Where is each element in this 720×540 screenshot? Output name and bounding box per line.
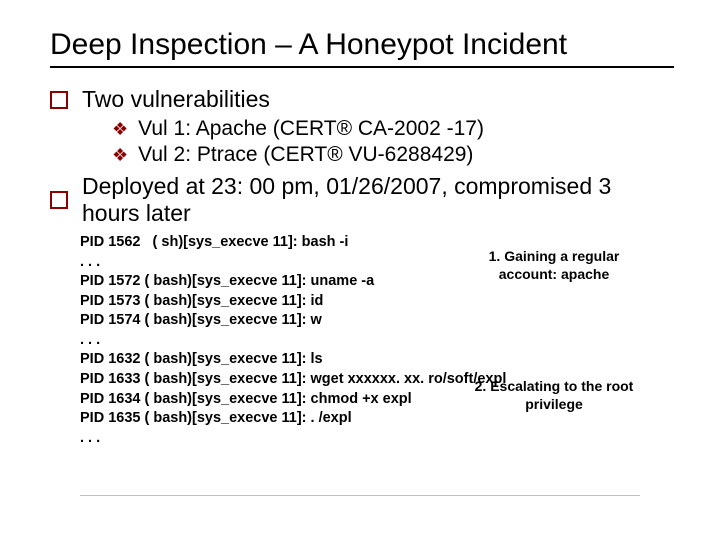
log-line: . . . bbox=[80, 331, 674, 351]
slide: Deep Inspection – A Honeypot Incident Tw… bbox=[0, 0, 720, 540]
log-output: PID 1562 ( sh)[sys_execve 11]: bash -i .… bbox=[80, 233, 674, 448]
bullet-text: Vul 2: Ptrace (CERT® VU-6288429) bbox=[138, 143, 473, 167]
callout-label: 1. Gaining a regular account: apache bbox=[474, 247, 634, 283]
square-bullet-icon bbox=[50, 91, 68, 109]
callout-label: 2. Escalating to the root privilege bbox=[474, 377, 634, 413]
bullet-text: Two vulnerabilities bbox=[82, 86, 270, 113]
diamond-bullet-icon: ❖ bbox=[112, 119, 128, 140]
log-line: PID 1574 ( bash)[sys_execve 11]: w bbox=[80, 311, 674, 331]
square-bullet-icon bbox=[50, 191, 68, 209]
diamond-bullet-icon: ❖ bbox=[112, 145, 128, 166]
slide-title: Deep Inspection – A Honeypot Incident bbox=[50, 28, 674, 68]
log-line: . . . bbox=[80, 429, 674, 449]
bullet-level-1: Deployed at 23: 00 pm, 01/26/2007, compr… bbox=[50, 173, 674, 227]
bullet-text: Vul 1: Apache (CERT® CA-2002 -17) bbox=[138, 117, 484, 141]
log-line: PID 1632 ( bash)[sys_execve 11]: ls bbox=[80, 350, 674, 370]
bullet-text: Deployed at 23: 00 pm, 01/26/2007, compr… bbox=[82, 173, 642, 227]
bullet-level-2: ❖ Vul 1: Apache (CERT® CA-2002 -17) bbox=[112, 117, 674, 141]
bullet-level-1: Two vulnerabilities bbox=[50, 86, 674, 113]
bullet-level-2: ❖ Vul 2: Ptrace (CERT® VU-6288429) bbox=[112, 143, 674, 167]
bullet-list: Two vulnerabilities ❖ Vul 1: Apache (CER… bbox=[50, 86, 674, 227]
log-line: PID 1573 ( bash)[sys_execve 11]: id bbox=[80, 292, 674, 312]
footer-divider bbox=[80, 495, 640, 496]
